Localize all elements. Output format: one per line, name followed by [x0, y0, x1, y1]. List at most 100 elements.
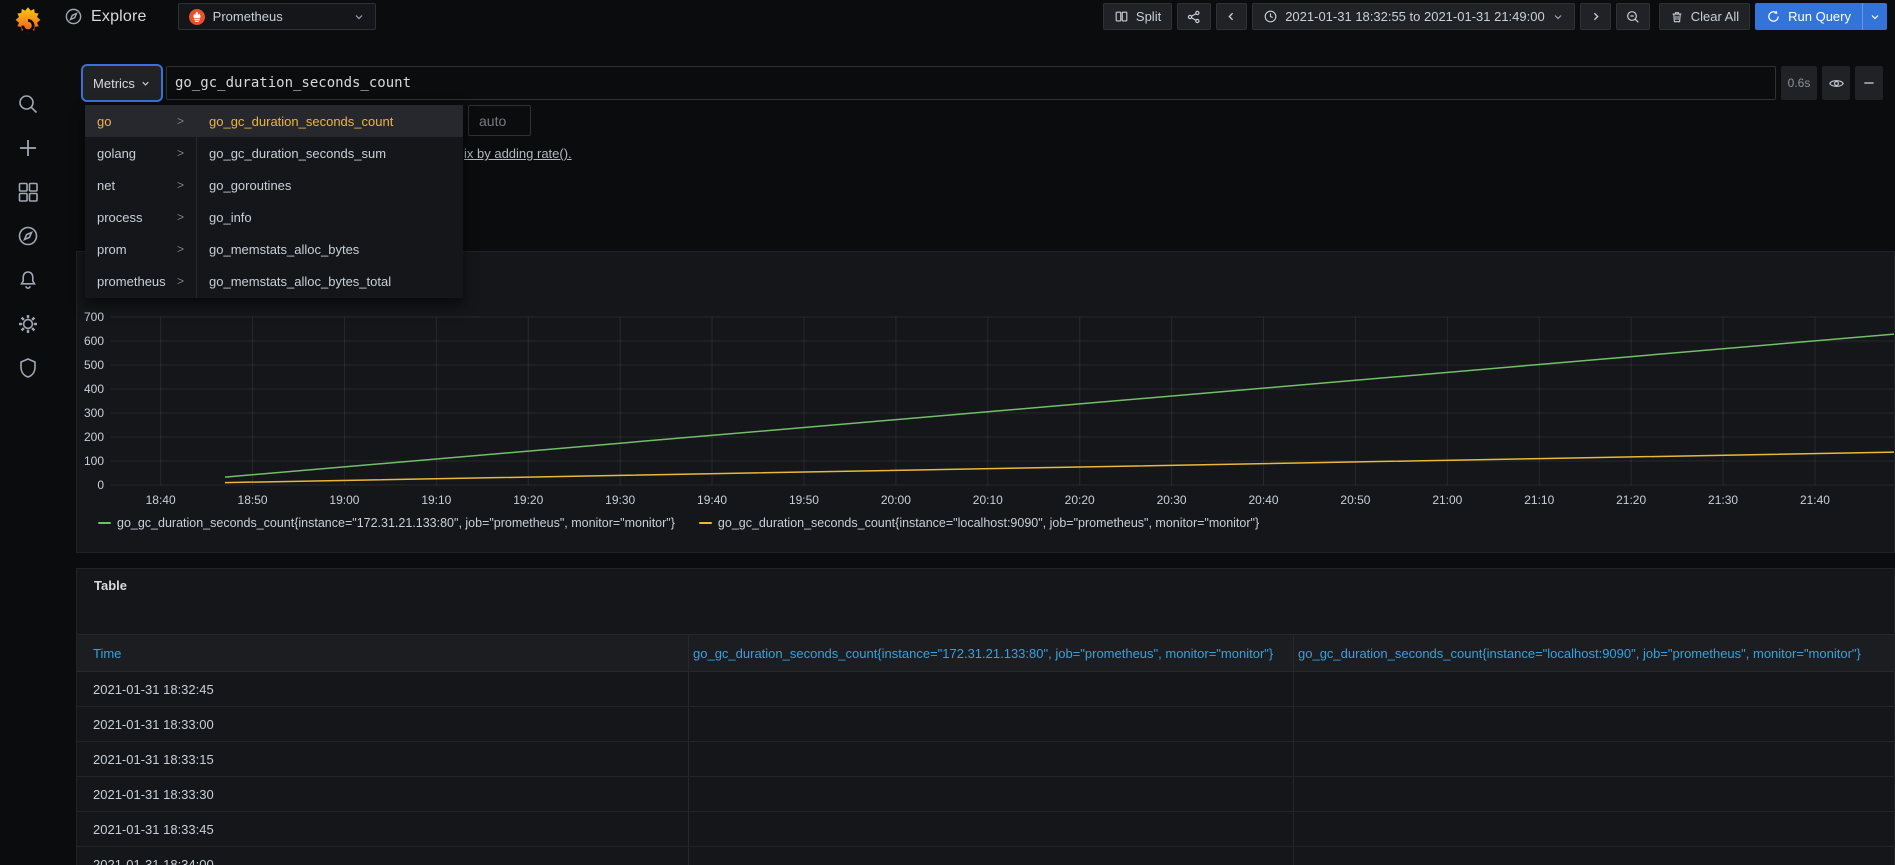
svg-text:20:20: 20:20	[1065, 493, 1095, 507]
clear-all-button[interactable]: Clear All	[1658, 3, 1751, 30]
metric-item[interactable]: go_info	[197, 201, 463, 233]
security-shield-icon[interactable]	[16, 356, 40, 380]
cell-value	[688, 742, 1293, 776]
sync-icon	[1766, 9, 1781, 24]
svg-text:400: 400	[84, 382, 104, 396]
table-panel-title: Table	[94, 578, 127, 593]
top-bar: Explore Prometheus Split 2021-01-31 18:3…	[56, 0, 1895, 33]
table-row: 2021-01-31 18:32:45	[77, 672, 1894, 707]
table-row: 2021-01-31 18:34:00	[77, 847, 1894, 865]
metric-item[interactable]: go_memstats_alloc_bytes_total	[197, 265, 463, 297]
cell-value	[1293, 742, 1894, 776]
share-button[interactable]	[1177, 3, 1212, 30]
legend-item[interactable]: go_gc_duration_seconds_count{instance="l…	[698, 516, 1260, 530]
results-table: Time go_gc_duration_seconds_count{instan…	[77, 634, 1894, 865]
category-item-go[interactable]: go >	[85, 105, 196, 137]
svg-text:21:40: 21:40	[1800, 493, 1830, 507]
hint-fix-rate-link[interactable]: ix by adding rate().	[464, 146, 572, 161]
toggle-visibility-button[interactable]	[1822, 66, 1850, 100]
query-duration-badge: 0.6s	[1781, 66, 1817, 100]
remove-query-button[interactable]	[1855, 66, 1883, 100]
chevron-right-icon	[1589, 10, 1602, 23]
chevron-right-icon: >	[176, 146, 184, 160]
query-expression: go_gc_duration_seconds_count	[175, 75, 412, 91]
search-icon[interactable]	[16, 92, 40, 116]
grafana-logo-icon[interactable]	[12, 5, 44, 37]
clock-icon	[1263, 9, 1278, 24]
cell-value	[1293, 812, 1894, 846]
metric-item[interactable]: go_gc_duration_seconds_sum	[197, 137, 463, 169]
zoom-out-button[interactable]	[1615, 3, 1650, 30]
settings-gear-icon[interactable]	[16, 312, 40, 336]
cell-value	[1293, 707, 1894, 741]
cell-value	[688, 672, 1293, 706]
legend-item[interactable]: go_gc_duration_seconds_count{instance="1…	[98, 516, 675, 530]
split-columns-icon	[1114, 9, 1129, 24]
svg-text:19:10: 19:10	[421, 493, 451, 507]
svg-text:18:50: 18:50	[238, 493, 268, 507]
explore-compass-icon[interactable]	[16, 224, 40, 248]
minus-icon	[1864, 82, 1874, 84]
run-query-caret[interactable]	[1862, 3, 1887, 30]
svg-text:0: 0	[97, 478, 104, 492]
metric-item[interactable]: go_goroutines	[197, 169, 463, 201]
alerting-bell-icon[interactable]	[16, 268, 40, 292]
category-item-golang[interactable]: golang >	[85, 137, 196, 169]
table-row: 2021-01-31 18:33:15	[77, 742, 1894, 777]
chevron-right-icon: >	[176, 210, 184, 224]
svg-text:700: 700	[84, 310, 104, 324]
metric-item[interactable]: go_memstats_alloc_bytes	[197, 233, 463, 265]
metric-category-list: go > golang > net > process > prom > pro…	[85, 105, 197, 298]
run-query-button[interactable]: Run Query	[1755, 3, 1887, 30]
svg-text:19:20: 19:20	[513, 493, 543, 507]
chevron-right-icon: >	[176, 114, 184, 128]
column-header-series1[interactable]: go_gc_duration_seconds_count{instance="1…	[688, 635, 1293, 671]
split-label: Split	[1135, 9, 1162, 24]
share-icon	[1186, 9, 1202, 25]
metric-item[interactable]: go_gc_duration_seconds_count	[197, 105, 463, 137]
category-item-process[interactable]: process >	[85, 201, 196, 233]
datasource-picker[interactable]: Prometheus	[177, 3, 376, 30]
chevron-left-icon	[1225, 10, 1238, 23]
column-header-time[interactable]: Time	[77, 635, 688, 671]
cell-time: 2021-01-31 18:33:15	[93, 751, 214, 767]
legend-label: go_gc_duration_seconds_count{instance="l…	[717, 516, 1260, 530]
category-item-net[interactable]: net >	[85, 169, 196, 201]
time-back-button[interactable]	[1216, 3, 1248, 30]
metrics-button-label: Metrics	[93, 75, 135, 91]
split-button[interactable]: Split	[1102, 3, 1173, 30]
chevron-down-icon	[142, 81, 149, 86]
cell-value	[688, 777, 1293, 811]
category-item-prometheus[interactable]: prometheus >	[85, 265, 196, 297]
chevron-right-icon: >	[176, 242, 184, 256]
metrics-typeahead-dropdown: go > golang > net > process > prom > pro…	[85, 105, 463, 298]
column-header-series2[interactable]: go_gc_duration_seconds_count{instance="l…	[1293, 635, 1894, 671]
svg-text:21:20: 21:20	[1616, 493, 1646, 507]
series-color-dash	[98, 522, 111, 524]
cell-time: 2021-01-31 18:33:30	[93, 786, 214, 802]
series-color-dash	[698, 522, 712, 524]
create-plus-icon[interactable]	[16, 136, 40, 160]
cell-value	[688, 812, 1293, 846]
step-interval-field[interactable]: auto	[468, 105, 531, 136]
cell-value	[688, 847, 1293, 865]
dashboards-icon[interactable]	[16, 180, 40, 204]
time-range-picker[interactable]: 2021-01-31 18:32:55 to 2021-01-31 21:49:…	[1252, 3, 1575, 30]
zoom-out-icon	[1625, 9, 1641, 25]
metrics-dropdown-button[interactable]: Metrics	[83, 66, 161, 100]
page-title: Explore	[91, 7, 147, 25]
svg-text:300: 300	[84, 406, 104, 420]
time-range-label: 2021-01-31 18:32:55 to 2021-01-31 21:49:…	[1285, 9, 1545, 24]
svg-text:600: 600	[84, 334, 104, 348]
query-expression-input[interactable]: go_gc_duration_seconds_count	[166, 66, 1776, 100]
legend-label: go_gc_duration_seconds_count{instance="1…	[117, 516, 675, 530]
svg-text:21:30: 21:30	[1708, 493, 1738, 507]
run-query-label: Run Query	[1788, 9, 1851, 24]
compass-icon	[64, 7, 83, 26]
table-panel: Table Time go_gc_duration_seconds_count{…	[76, 568, 1895, 865]
category-item-prom[interactable]: prom >	[85, 233, 196, 265]
table-row: 2021-01-31 18:33:30	[77, 777, 1894, 812]
time-forward-button[interactable]	[1579, 3, 1611, 30]
cell-value	[1293, 672, 1894, 706]
eye-icon	[1828, 79, 1844, 87]
